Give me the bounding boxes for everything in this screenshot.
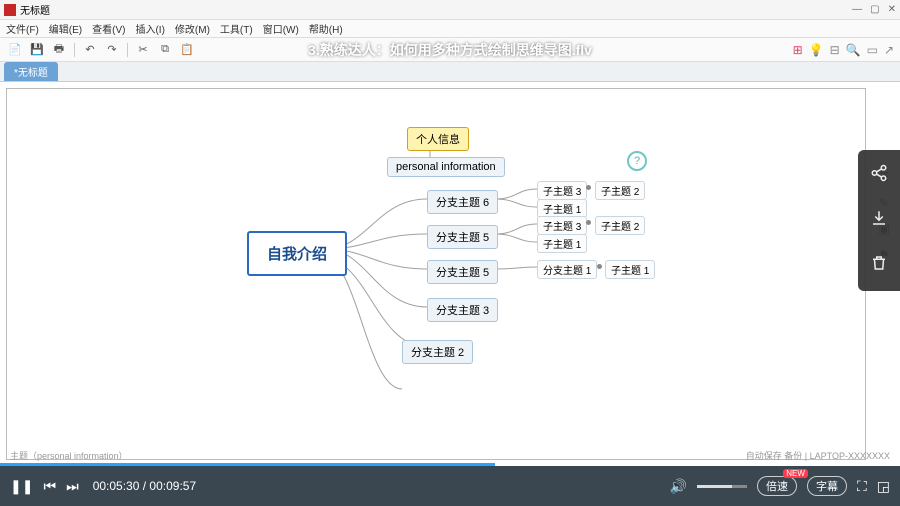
side-action-panel (858, 150, 900, 291)
next-button[interactable]: ⏭ (66, 478, 79, 495)
volume-slider[interactable] (697, 485, 747, 488)
pip-icon[interactable]: ◲ (877, 478, 890, 495)
maximize-icon[interactable]: ▢ (870, 4, 879, 15)
subtitle-button[interactable]: 字幕 (807, 476, 847, 496)
delete-icon[interactable] (870, 254, 888, 277)
menu-window[interactable]: 窗口(W) (263, 21, 299, 36)
menu-edit[interactable]: 编辑(E) (49, 21, 82, 36)
node-branch-5b[interactable]: 分支主题 5 (427, 260, 498, 284)
close-icon[interactable]: ✕ (888, 4, 896, 15)
time-display: 00:05:30 / 00:09:57 (93, 479, 196, 493)
node-sub-5a3[interactable]: 子主题 1 (537, 234, 587, 253)
tab-bar: *无标题 (0, 62, 900, 82)
new-file-icon[interactable]: 📄 (6, 41, 24, 59)
menu-file[interactable]: 文件(F) (6, 21, 39, 36)
toolbar: 📄 💾 🖶 ↶ ↷ ✂ ⧉ 📋 3.熟练达人：如何用多种方式绘制思维导图.flv… (0, 38, 900, 62)
layout-icon[interactable]: ⊟ (830, 43, 840, 57)
paste-icon[interactable]: 📋 (178, 41, 196, 59)
menu-view[interactable]: 查看(V) (92, 21, 125, 36)
download-icon[interactable] (870, 209, 888, 232)
search-icon[interactable]: 🔍 (846, 43, 861, 57)
save-icon[interactable]: 💾 (28, 41, 46, 59)
more-icon[interactable]: ↗ (884, 43, 894, 57)
menu-insert[interactable]: 插入(I) (135, 21, 164, 36)
node-root[interactable]: 自我介绍 (247, 231, 347, 276)
volume-icon[interactable]: 🔊 (670, 478, 687, 495)
current-time: 00:05:30 (93, 479, 140, 493)
new-badge: NEW (783, 469, 808, 478)
prev-button[interactable]: ⏮ (43, 478, 56, 495)
fullscreen-icon[interactable]: ⛶ (857, 478, 867, 495)
window-title: 无标题 (20, 2, 50, 17)
document-tab[interactable]: *无标题 (4, 62, 58, 81)
node-sub-5b1[interactable]: 分支主题 1 (537, 260, 597, 279)
cut-icon[interactable]: ✂ (134, 41, 152, 59)
node-sub-6b[interactable]: 子主题 2 (595, 181, 645, 200)
node-personal-info-en[interactable]: personal information (387, 157, 505, 177)
view-icon[interactable]: ▭ (867, 43, 878, 57)
menu-bar: 文件(F) 编辑(E) 查看(V) 插入(I) 修改(M) 工具(T) 窗口(W… (0, 20, 900, 38)
hint-icon[interactable]: ? (627, 151, 647, 171)
video-title-overlay: 3.熟练达人：如何用多种方式绘制思维导图.flv (308, 40, 592, 60)
minimize-icon[interactable]: — (852, 4, 862, 15)
node-branch-5a[interactable]: 分支主题 5 (427, 225, 498, 249)
node-branch-2[interactable]: 分支主题 2 (402, 340, 473, 364)
redo-icon[interactable]: ↷ (103, 41, 121, 59)
node-sub-5b2[interactable]: 子主题 1 (605, 260, 655, 279)
node-branch-3[interactable]: 分支主题 3 (427, 298, 498, 322)
node-branch-6[interactable]: 分支主题 6 (427, 190, 498, 214)
copy-icon[interactable]: ⧉ (156, 41, 174, 59)
menu-modify[interactable]: 修改(M) (175, 21, 210, 36)
window-titlebar: 无标题 — ▢ ✕ (0, 0, 900, 20)
app-icon (4, 4, 16, 16)
menu-help[interactable]: 帮助(H) (309, 21, 343, 36)
total-time: 00:09:57 (149, 479, 196, 493)
pause-button[interactable]: ❚❚ (10, 478, 33, 495)
format-icon[interactable]: ⊞ (793, 43, 803, 57)
undo-icon[interactable]: ↶ (81, 41, 99, 59)
node-sub-6a[interactable]: 子主题 3 (537, 181, 587, 200)
speed-button[interactable]: 倍速 NEW (757, 476, 797, 496)
menu-tools[interactable]: 工具(T) (220, 21, 253, 36)
print-icon[interactable]: 🖶 (50, 41, 68, 59)
node-sub-5a1[interactable]: 子主题 3 (537, 216, 587, 235)
node-personal-info-zh[interactable]: 个人信息 (407, 127, 469, 151)
player-controls: ❚❚ ⏮ ⏭ 00:05:30 / 00:09:57 🔊 倍速 NEW 字幕 ⛶… (0, 466, 900, 506)
idea-icon[interactable]: 💡 (809, 43, 824, 57)
node-sub-5a2[interactable]: 子主题 2 (595, 216, 645, 235)
share-icon[interactable] (870, 164, 888, 187)
mindmap-canvas[interactable]: 个人信息 personal information ? 自我介绍 分支主题 6 … (6, 88, 866, 460)
